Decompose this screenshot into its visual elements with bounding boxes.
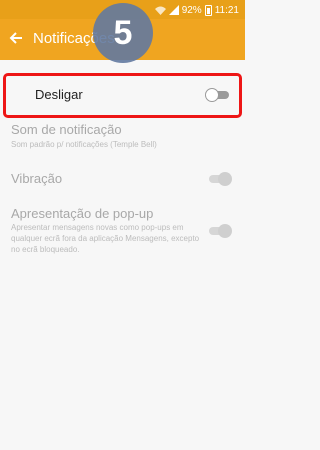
signal-icon: [168, 5, 179, 15]
vibration-title[interactable]: Vibração: [11, 171, 62, 187]
toggle-knob: [205, 88, 219, 102]
off-toggle-switch[interactable]: [205, 88, 230, 102]
setting-off-label: Desligar: [35, 87, 83, 102]
toggle-knob: [218, 172, 232, 186]
setting-row-off[interactable]: Desligar: [3, 73, 242, 118]
arrow-left-icon[interactable]: [9, 31, 23, 45]
status-icons: 92% 11:21: [154, 3, 239, 17]
battery-icon: [204, 4, 212, 16]
popup-display-title[interactable]: Apresentação de pop-up: [11, 206, 153, 222]
vibration-toggle-switch[interactable]: [207, 172, 232, 186]
wifi-icon: [154, 6, 166, 15]
toggle-knob: [218, 224, 232, 238]
battery-percentage: 92%: [181, 4, 202, 16]
popup-toggle-switch[interactable]: [207, 224, 232, 238]
status-time: 11:21: [214, 4, 239, 16]
notification-sound-title[interactable]: Som de notificação: [11, 122, 122, 138]
step-number-badge: 5: [93, 3, 153, 63]
notification-sound-subtitle: Som padrão p/ notificações (Temple Bell): [11, 140, 157, 149]
popup-display-description: Apresentar mensagens novas como pop-ups …: [11, 223, 200, 254]
